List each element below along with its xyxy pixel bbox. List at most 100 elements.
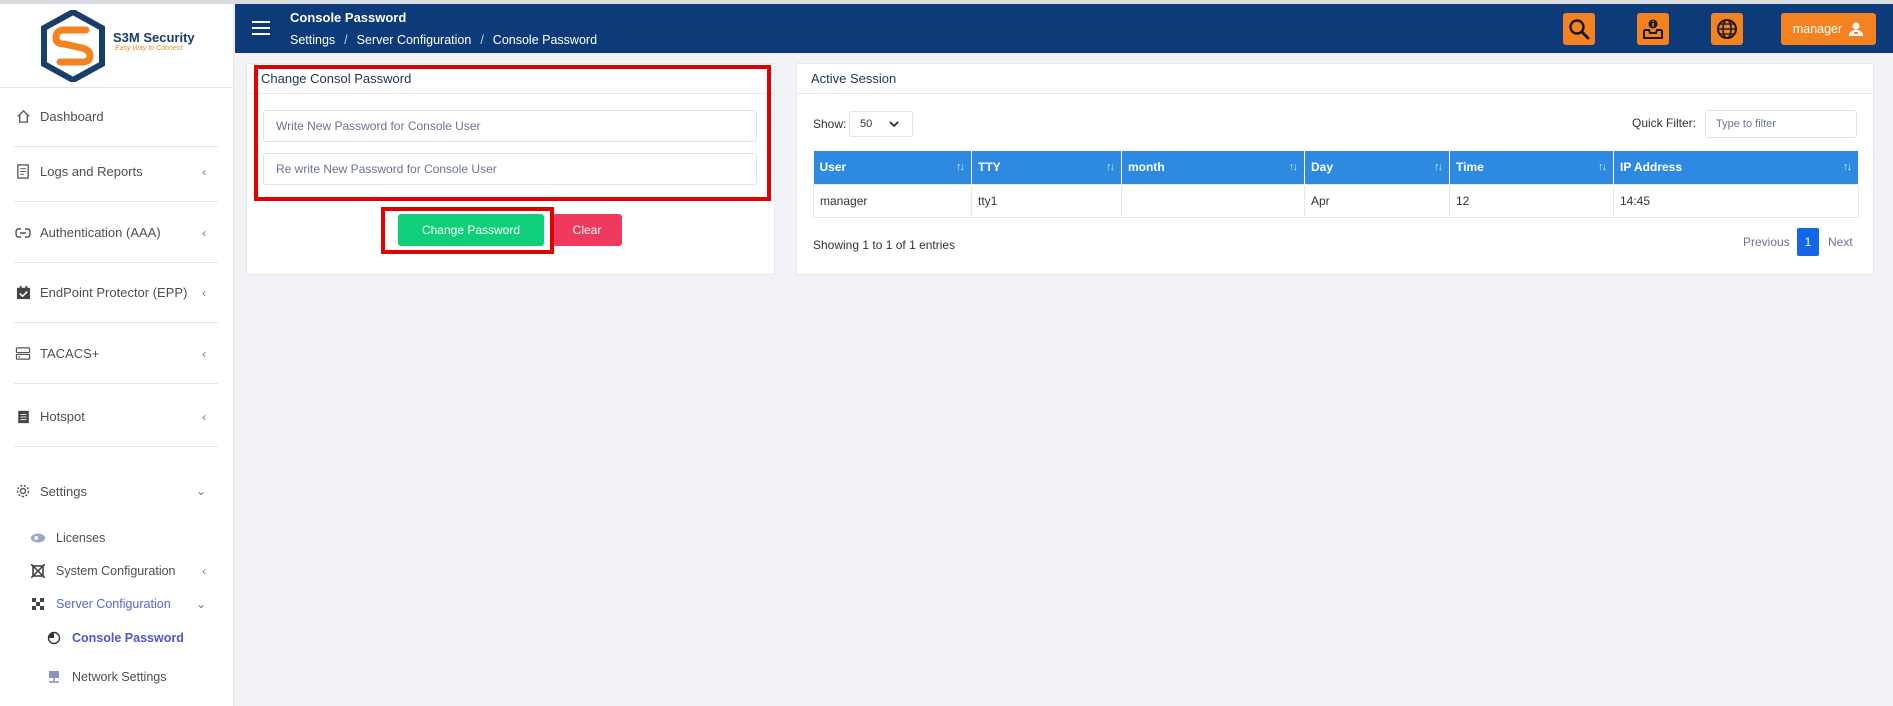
column-header-user[interactable]: User ↑↓ [813, 151, 972, 184]
user-name: manager [1792, 22, 1843, 36]
sidebar-item-dashboard[interactable]: Dashboard [14, 87, 218, 147]
session-table: User ↑↓ TTY ↑↓ month ↑↓ Day ↑↓ Time ↑↓ IP Add… [813, 151, 1859, 218]
sidebar-item-tacacs[interactable]: TACACS+ ‹ [14, 324, 218, 384]
search-button[interactable] [1563, 13, 1595, 45]
cell-day: Apr [1304, 183, 1450, 218]
sort-icon: ↑↓ [956, 161, 965, 173]
sidebar-item-licenses[interactable]: Licenses [30, 524, 218, 552]
sidebar-item-label: System Configuration [56, 564, 176, 578]
sidebar-item-network-settings[interactable]: Network Settings [46, 663, 218, 691]
sidebar-item-settings[interactable]: Settings ⌄ [14, 471, 218, 511]
radio-icon [46, 630, 62, 646]
page-size-select[interactable]: 50 [849, 111, 913, 137]
breadcrumb-settings[interactable]: Settings [290, 33, 335, 47]
chevron-left-icon: ‹ [202, 225, 206, 240]
sidebar-item-logs[interactable]: Logs and Reports ‹ [14, 142, 218, 202]
sidebar-item-label: Console Password [72, 631, 184, 645]
system-icon [30, 563, 46, 579]
sidebar-item-label: Authentication (AAA) [40, 225, 161, 240]
change-password-title: Change Consol Password [247, 64, 774, 94]
info-inbox-button[interactable] [1637, 13, 1669, 45]
chevron-down-icon [889, 121, 899, 128]
pagination-page-1[interactable]: 1 [1797, 228, 1819, 256]
globe-button[interactable] [1711, 13, 1743, 45]
brand-tagline: Easy Way to Connect [115, 45, 183, 52]
sidebar-item-label: Hotspot [40, 409, 85, 424]
gear-icon [14, 482, 32, 500]
cell-time: 12 [1449, 183, 1614, 218]
list-icon [14, 408, 32, 426]
column-header-ip-address[interactable]: IP Address ↑↓ [1613, 151, 1859, 184]
sidebar-item-system-configuration[interactable]: System Configuration ‹ [30, 557, 218, 585]
quick-filter-input[interactable] [1705, 110, 1857, 138]
chevron-left-icon: ‹ [202, 409, 206, 424]
change-password-panel: Change Consol Password Change Password C… [246, 63, 775, 275]
column-header-day[interactable]: Day ↑↓ [1304, 151, 1450, 184]
change-password-button[interactable]: Change Password [398, 214, 544, 246]
search-icon [1569, 19, 1590, 40]
info-inbox-icon [1643, 19, 1663, 39]
sidebar-item-server-configuration[interactable]: Server Configuration ⌄ [30, 590, 218, 618]
chevron-left-icon: ‹ [202, 164, 206, 179]
sort-icon: ↑↓ [1106, 161, 1115, 173]
column-header-month[interactable]: month ↑↓ [1121, 151, 1305, 184]
logo-area: S3M Security Easy Way to Connect [0, 4, 233, 88]
chevron-left-icon: ‹ [202, 346, 206, 361]
document-icon [14, 163, 32, 181]
sort-icon: ↑↓ [1843, 161, 1852, 173]
column-header-tty[interactable]: TTY ↑↓ [971, 151, 1122, 184]
pagination-previous[interactable]: Previous [1743, 228, 1790, 256]
brand-name: S3M Security [113, 30, 195, 45]
server-config-icon [30, 596, 46, 612]
globe-icon [1717, 19, 1737, 39]
cell-tty: tty1 [971, 183, 1122, 218]
breadcrumb-server-configuration[interactable]: Server Configuration [357, 33, 472, 47]
menu-icon[interactable] [252, 21, 270, 35]
sidebar-item-label: Server Configuration [56, 597, 171, 611]
license-icon [30, 530, 46, 546]
sort-icon: ↑↓ [1598, 161, 1607, 173]
user-menu-button[interactable]: manager [1781, 13, 1876, 45]
active-session-panel: Active Session Show: 50 Quick Filter: Us… [796, 63, 1874, 275]
sidebar-item-label: Logs and Reports [40, 164, 143, 179]
column-header-time[interactable]: Time ↑↓ [1449, 151, 1614, 184]
chevron-down-icon: ⌄ [195, 484, 206, 498]
cell-month [1121, 183, 1305, 218]
new-password-input[interactable] [263, 110, 757, 142]
cell-user: manager [813, 183, 972, 218]
table-header-row: User ↑↓ TTY ↑↓ month ↑↓ Day ↑↓ Time ↑↓ IP Add… [813, 151, 1859, 184]
network-icon [46, 669, 62, 685]
show-label: Show: [813, 117, 847, 131]
pagination-next[interactable]: Next [1828, 228, 1853, 256]
brand-logo-icon [41, 10, 105, 82]
cell-ip-address: 14:45 [1613, 183, 1859, 218]
table-row: manager tty1 Apr 12 14:45 [813, 183, 1859, 218]
quick-filter-label: Quick Filter: [1632, 116, 1697, 130]
sidebar-item-console-password[interactable]: Console Password [46, 624, 218, 652]
sidebar-item-label: EndPoint Protector (EPP) [40, 285, 188, 300]
clear-button[interactable]: Clear [552, 214, 622, 246]
sidebar-item-label: Dashboard [40, 109, 104, 124]
calendar-check-icon [14, 284, 32, 302]
sidebar-item-hotspot[interactable]: Hotspot ‹ [14, 387, 218, 447]
sidebar-item-authentication[interactable]: Authentication (AAA) ‹ [14, 203, 218, 263]
sidebar-item-epp[interactable]: EndPoint Protector (EPP) ‹ [14, 263, 218, 323]
sort-icon: ↑↓ [1289, 161, 1298, 173]
sidebar-item-label: Settings [40, 483, 87, 499]
user-icon [1849, 22, 1864, 36]
active-session-title: Active Session [797, 64, 1873, 94]
top-header: Console Password Settings / Server Configu… [235, 4, 1893, 53]
sidebar-item-label: TACACS+ [40, 346, 100, 361]
sidebar: S3M Security Easy Way to Connect Dashboa… [0, 4, 234, 706]
breadcrumb-console-password: Console Password [492, 33, 598, 47]
sidebar-item-label: Network Settings [72, 670, 167, 684]
sidebar-item-label: Licenses [56, 531, 106, 545]
page-size-value: 50 [860, 118, 873, 130]
table-info: Showing 1 to 1 of 1 entries [813, 238, 956, 252]
home-icon [14, 108, 32, 126]
chevron-down-icon: ⌄ [195, 597, 206, 611]
server-icon [14, 345, 32, 363]
sort-icon: ↑↓ [1434, 161, 1443, 173]
confirm-password-input[interactable] [263, 153, 757, 185]
chevron-left-icon: ‹ [202, 564, 206, 578]
